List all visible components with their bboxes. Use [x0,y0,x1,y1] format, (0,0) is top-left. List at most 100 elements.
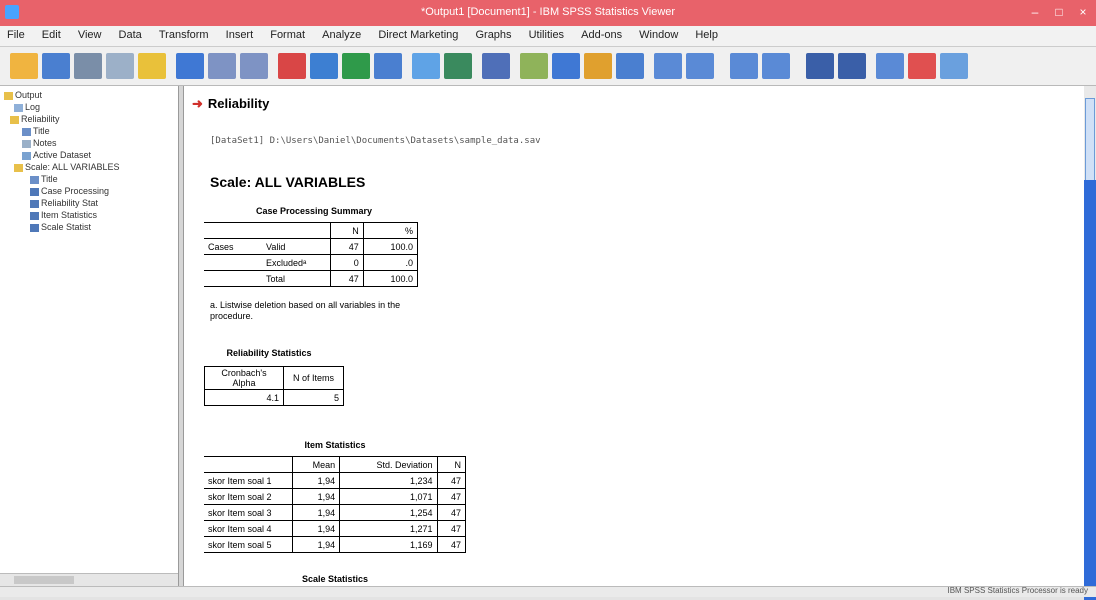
log-icon [14,103,23,112]
maximize-button[interactable]: □ [1048,4,1070,20]
reliability-stats-title: Reliability Statistics [226,348,312,358]
arrow-icon: ➜ [192,96,203,111]
book-icon [14,163,23,172]
title-icon [30,175,39,184]
insert-object-icon[interactable] [940,53,968,79]
scrollbar-highlight [1084,180,1096,600]
notes-icon [22,139,31,148]
menu-edit[interactable]: Edit [35,26,68,44]
print-preview-icon[interactable] [106,53,134,79]
outline-item-stats[interactable]: Item Statistics [30,210,97,220]
table-row: skor Item soal 1 1,94 1,234 47 [204,472,467,489]
outline-output[interactable]: Output [4,90,42,100]
show-icon[interactable] [806,53,834,79]
minimize-button[interactable]: ‒ [1024,4,1046,20]
table-row: skor Item soal 3 1,94 1,254 47 [204,504,467,521]
show-all-variables-icon[interactable] [444,53,472,79]
save-icon[interactable] [42,53,70,79]
menu-help[interactable]: Help [688,26,725,44]
table-row: Mean Std. Deviation N [204,456,467,473]
designate-window-icon[interactable] [482,53,510,79]
menu-file[interactable]: File [0,26,32,44]
title-bar: *Output1 [Document1] - IBM SPSS Statisti… [0,0,1096,26]
outline-active-dataset[interactable]: Active Dataset [22,150,91,160]
scroll-thumb[interactable] [14,576,74,584]
table-row: N % [204,222,419,239]
variables-icon[interactable] [374,53,402,79]
menu-bar: File Edit View Data Transform Insert For… [0,26,1096,47]
status-bar: IBM SPSS Statistics Processor is ready [0,586,1096,597]
window-title: *Output1 [Document1] - IBM SPSS Statisti… [420,6,676,18]
item-stats-table[interactable]: Mean Std. Deviation N skor Item soal 1 1… [204,456,467,553]
export-icon[interactable] [138,53,166,79]
status-text: IBM SPSS Statistics Processor is ready [947,586,1089,595]
outline-reliability[interactable]: Reliability [10,114,60,124]
insert-chart-icon[interactable] [908,53,936,79]
menu-add-ons[interactable]: Add-ons [574,26,629,44]
menu-transform[interactable]: Transform [152,26,216,44]
hide-icon[interactable] [838,53,866,79]
insert-text-icon[interactable] [616,53,644,79]
outline-case-processing[interactable]: Case Processing [30,186,109,196]
use-variable-sets-icon[interactable] [412,53,440,79]
section-heading[interactable]: ➜ Reliability [192,96,269,112]
table-icon [30,187,39,196]
print-icon[interactable] [74,53,102,79]
outline-horizontal-scrollbar[interactable] [0,573,178,586]
dataset-icon [22,151,31,160]
table-row: 4.1 5 [204,389,344,406]
menu-window[interactable]: Window [632,26,685,44]
menu-analyze[interactable]: Analyze [315,26,368,44]
expand-icon[interactable] [730,53,758,79]
insert-heading-icon[interactable] [584,53,612,79]
table-row: skor Item soal 5 1,94 1,169 47 [204,536,467,553]
outline-notes[interactable]: Notes [22,138,57,148]
reliability-stats-table[interactable]: Cronbach's Alpha N of Items 4.1 5 [204,366,344,406]
book-icon [4,91,13,100]
redo-icon[interactable] [240,53,268,79]
dataset-syntax[interactable]: [DataSet1] D:\Users\Daniel\Documents\Dat… [210,136,541,146]
book-icon [10,115,19,124]
outline-scale-title[interactable]: Title [30,174,58,184]
item-stats-title: Item Statistics [304,440,366,450]
table-icon [30,199,39,208]
outline-pane: Output Log Reliability Title Notes Activ… [0,86,179,586]
goto-data-icon[interactable] [278,53,306,79]
menu-view[interactable]: View [71,26,109,44]
table-row: Total 47 100.0 [204,270,419,287]
table-row: Cronbach's Alpha N of Items [204,366,344,390]
table-row: skor Item soal 4 1,94 1,271 47 [204,520,467,537]
menu-insert[interactable]: Insert [219,26,261,44]
collapse-icon[interactable] [762,53,790,79]
insert-image-icon[interactable] [876,53,904,79]
outline-log[interactable]: Log [14,102,40,112]
outline-scale-stats[interactable]: Scale Statist [30,222,91,232]
select-last-output-icon[interactable] [520,53,548,79]
outline-scale[interactable]: Scale: ALL VARIABLES [14,162,120,172]
undo-icon[interactable] [208,53,236,79]
case-summary-title: Case Processing Summary [255,206,373,216]
promote-icon[interactable] [654,53,682,79]
scale-title[interactable]: Scale: ALL VARIABLES [210,174,365,190]
close-button[interactable]: × [1072,4,1094,20]
menu-data[interactable]: Data [112,26,149,44]
outline-reliability-stats[interactable]: Reliability Stat [30,198,98,208]
menu-direct-marketing[interactable]: Direct Marketing [371,26,465,44]
goto-variable-icon[interactable] [342,53,370,79]
create-title-icon[interactable] [552,53,580,79]
case-summary-table[interactable]: N % Cases Valid 47 100.0 Excludedᵃ 0 .0 … [204,222,419,287]
menu-format[interactable]: Format [263,26,312,44]
outline-title[interactable]: Title [22,126,50,136]
table-icon [30,211,39,220]
table-row: Excludedᵃ 0 .0 [204,254,419,271]
recall-dialog-icon[interactable] [176,53,204,79]
open-icon[interactable] [10,53,38,79]
table-row: skor Item soal 2 1,94 1,071 47 [204,488,467,505]
demote-icon[interactable] [686,53,714,79]
title-icon [22,127,31,136]
menu-utilities[interactable]: Utilities [522,26,571,44]
table-row: Cases Valid 47 100.0 [204,238,419,255]
goto-case-icon[interactable] [310,53,338,79]
menu-graphs[interactable]: Graphs [468,26,518,44]
table-icon [30,223,39,232]
